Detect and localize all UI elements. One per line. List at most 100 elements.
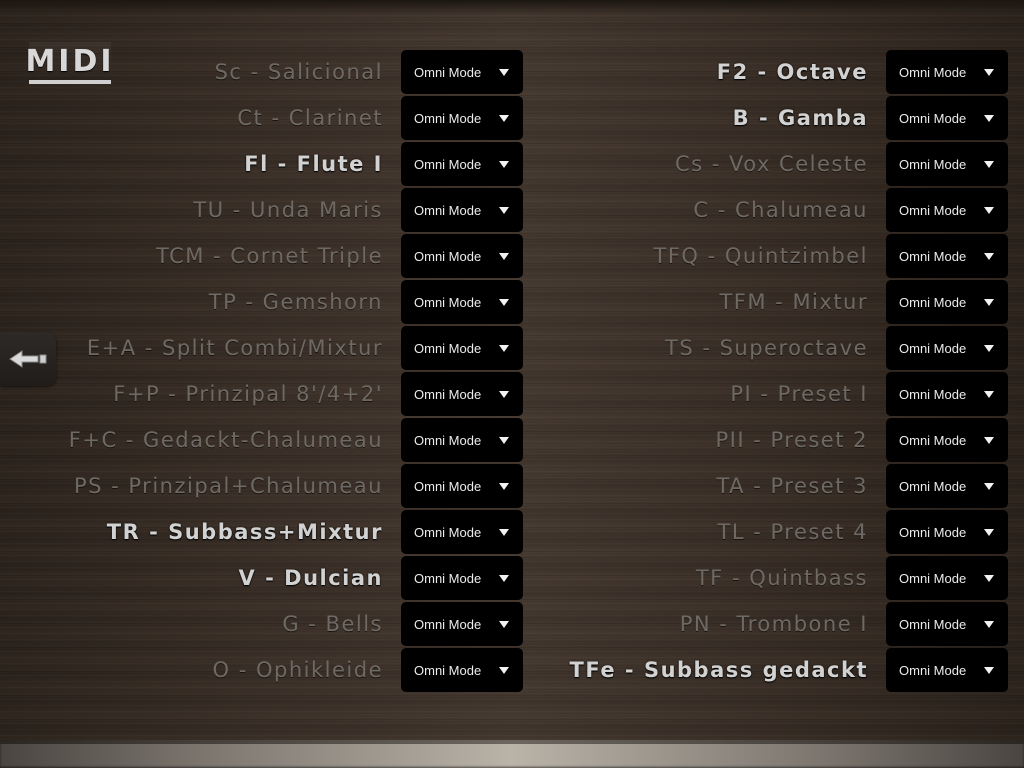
stop-label: O - Ophikleide — [212, 658, 383, 682]
midi-mode-select[interactable]: Omni Mode — [886, 188, 1008, 232]
caret-down-icon — [499, 390, 509, 398]
stop-label: Cs - Vox Celeste — [674, 152, 868, 176]
stop-row: F+C - Gedackt-Chalumeau Omni Mode — [0, 418, 523, 462]
stop-row: TR - Subbass+Mixtur Omni Mode — [0, 510, 523, 554]
stop-row: TS - Superoctave Omni Mode — [523, 326, 1008, 370]
midi-mode-value: Omni Mode — [899, 340, 967, 356]
midi-mode-value: Omni Mode — [899, 570, 967, 586]
midi-mode-select[interactable]: Omni Mode — [886, 464, 1008, 508]
stop-row: PI - Preset I Omni Mode — [523, 372, 1008, 416]
midi-mode-select[interactable]: Omni Mode — [401, 50, 523, 94]
midi-mode-select[interactable]: Omni Mode — [401, 142, 523, 186]
midi-mode-select[interactable]: Omni Mode — [401, 326, 523, 370]
midi-mode-select[interactable]: Omni Mode — [886, 510, 1008, 554]
stop-row: Cs - Vox Celeste Omni Mode — [523, 142, 1008, 186]
midi-mode-select[interactable]: Omni Mode — [886, 234, 1008, 278]
midi-mode-value: Omni Mode — [414, 570, 482, 586]
stop-label: TR - Subbass+Mixtur — [106, 520, 383, 544]
midi-mode-select[interactable]: Omni Mode — [886, 602, 1008, 646]
stop-row: Sc - Salicional Omni Mode — [0, 50, 523, 94]
stop-label: F+P - Prinzipal 8'/4+2' — [113, 382, 383, 406]
stop-row: TFM - Mixtur Omni Mode — [523, 280, 1008, 324]
caret-down-icon — [984, 528, 994, 536]
midi-mode-value: Omni Mode — [414, 156, 482, 172]
stop-row: TL - Preset 4 Omni Mode — [523, 510, 1008, 554]
midi-mode-value: Omni Mode — [414, 294, 482, 310]
stop-label: TFM - Mixtur — [719, 290, 868, 314]
stop-label: PN - Trombone I — [679, 612, 868, 636]
stop-label: PI - Preset I — [730, 382, 868, 406]
stop-label: PII - Preset 2 — [715, 428, 868, 452]
midi-mode-select[interactable]: Omni Mode — [401, 510, 523, 554]
midi-mode-select[interactable]: Omni Mode — [886, 556, 1008, 600]
stop-row: E+A - Split Combi/Mixtur Omni Mode — [0, 326, 523, 370]
midi-mode-value: Omni Mode — [414, 524, 482, 540]
midi-mode-select[interactable]: Omni Mode — [401, 188, 523, 232]
caret-down-icon — [499, 298, 509, 306]
stop-label: V - Dulcian — [238, 566, 383, 590]
caret-down-icon — [984, 666, 994, 674]
stop-label: TA - Preset 3 — [716, 474, 868, 498]
midi-mode-select[interactable]: Omni Mode — [886, 280, 1008, 324]
caret-down-icon — [984, 344, 994, 352]
midi-mode-select[interactable]: Omni Mode — [886, 50, 1008, 94]
caret-down-icon — [499, 206, 509, 214]
midi-mode-value: Omni Mode — [899, 248, 967, 264]
stop-row: TP - Gemshorn Omni Mode — [0, 280, 523, 324]
caret-down-icon — [984, 436, 994, 444]
midi-mode-select[interactable]: Omni Mode — [886, 326, 1008, 370]
midi-mode-select[interactable]: Omni Mode — [886, 372, 1008, 416]
midi-mode-select[interactable]: Omni Mode — [886, 418, 1008, 462]
midi-mode-select[interactable]: Omni Mode — [401, 280, 523, 324]
stop-label: Fl - Flute I — [244, 152, 383, 176]
midi-mode-select[interactable]: Omni Mode — [401, 648, 523, 692]
stop-row: TFQ - Quintzimbel Omni Mode — [523, 234, 1008, 278]
midi-mode-select[interactable]: Omni Mode — [401, 96, 523, 140]
stop-label: F+C - Gedackt-Chalumeau — [68, 428, 383, 452]
midi-mode-select[interactable]: Omni Mode — [401, 234, 523, 278]
stop-label: TL - Preset 4 — [717, 520, 868, 544]
stop-label: TS - Superoctave — [665, 336, 868, 360]
stop-label: TF - Quintbass — [695, 566, 868, 590]
stop-label: Sc - Salicional — [214, 60, 383, 84]
stop-row: F2 - Octave Omni Mode — [523, 50, 1008, 94]
stop-label: TCM - Cornet Triple — [155, 244, 383, 268]
caret-down-icon — [984, 482, 994, 490]
caret-down-icon — [499, 574, 509, 582]
stop-label: E+A - Split Combi/Mixtur — [86, 336, 383, 360]
caret-down-icon — [984, 68, 994, 76]
midi-mode-select[interactable]: Omni Mode — [401, 556, 523, 600]
midi-mode-select[interactable]: Omni Mode — [886, 142, 1008, 186]
midi-mode-value: Omni Mode — [899, 432, 967, 448]
midi-mode-select[interactable]: Omni Mode — [886, 96, 1008, 140]
stop-label: C - Chalumeau — [693, 198, 868, 222]
stop-row: B - Gamba Omni Mode — [523, 96, 1008, 140]
stop-row: PS - Prinzipal+Chalumeau Omni Mode — [0, 464, 523, 508]
stop-row: TCM - Cornet Triple Omni Mode — [0, 234, 523, 278]
midi-mode-select[interactable]: Omni Mode — [886, 648, 1008, 692]
wood-top-shadow — [0, 0, 1024, 16]
midi-mode-select[interactable]: Omni Mode — [401, 372, 523, 416]
midi-mode-value: Omni Mode — [899, 524, 967, 540]
midi-mode-value: Omni Mode — [899, 156, 967, 172]
stop-row: V - Dulcian Omni Mode — [0, 556, 523, 600]
midi-mode-value: Omni Mode — [899, 386, 967, 402]
midi-mode-value: Omni Mode — [899, 662, 967, 678]
midi-mode-select[interactable]: Omni Mode — [401, 602, 523, 646]
stop-row: TFe - Subbass gedackt Omni Mode — [523, 648, 1008, 692]
midi-mode-select[interactable]: Omni Mode — [401, 464, 523, 508]
stop-row: PN - Trombone I Omni Mode — [523, 602, 1008, 646]
midi-mode-value: Omni Mode — [414, 202, 482, 218]
caret-down-icon — [984, 206, 994, 214]
caret-down-icon — [499, 528, 509, 536]
midi-mode-value: Omni Mode — [414, 248, 482, 264]
caret-down-icon — [984, 574, 994, 582]
caret-down-icon — [984, 114, 994, 122]
midi-mode-select[interactable]: Omni Mode — [401, 418, 523, 462]
midi-mode-value: Omni Mode — [899, 64, 967, 80]
midi-mode-value: Omni Mode — [414, 386, 482, 402]
caret-down-icon — [984, 252, 994, 260]
midi-mode-value: Omni Mode — [414, 110, 482, 126]
midi-mode-value: Omni Mode — [414, 64, 482, 80]
caret-down-icon — [499, 160, 509, 168]
